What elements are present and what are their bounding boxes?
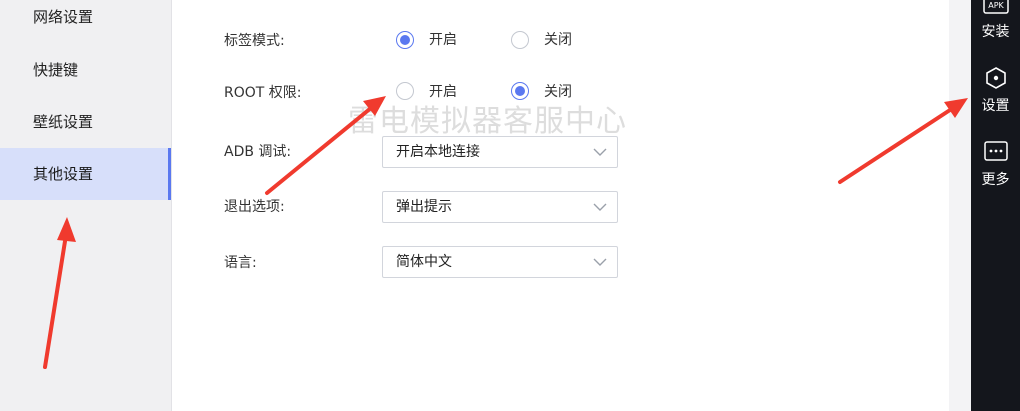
root-on-label[interactable]: 开启 <box>429 82 457 102</box>
gutter <box>949 0 971 411</box>
tab-mode-on-label[interactable]: 开启 <box>429 30 457 50</box>
settings-content: 标签模式: 开启 关闭 ROOT 权限: 开启 关闭 ADB 调试: 开启本地连… <box>172 0 949 411</box>
chevron-down-icon <box>593 148 607 156</box>
exit-select-value: 弹出提示 <box>396 199 452 215</box>
sidebar-item-wallpaper[interactable]: 壁纸设置 <box>0 96 171 148</box>
chevron-down-icon <box>593 203 607 211</box>
more-icon <box>983 141 1008 161</box>
sidebar-item-shortcuts[interactable]: 快捷键 <box>0 44 171 96</box>
root-off-radio[interactable] <box>511 82 529 100</box>
gear-icon <box>985 67 1006 89</box>
apk-icon: APK <box>982 0 1009 14</box>
language-select[interactable]: 简体中文 <box>382 246 618 278</box>
sidebar-item-network[interactable]: 网络设置 <box>0 0 171 43</box>
more-label: 更多 <box>981 172 1010 188</box>
root-label: ROOT 权限: <box>224 85 302 101</box>
adb-label: ADB 调试: <box>224 144 292 160</box>
language-label: 语言: <box>224 255 257 271</box>
tab-mode-off-radio[interactable] <box>511 31 529 49</box>
root-off-label[interactable]: 关闭 <box>544 82 572 102</box>
svg-text:APK: APK <box>988 1 1004 10</box>
adb-select-value: 开启本地连接 <box>396 144 480 160</box>
exit-select[interactable]: 弹出提示 <box>382 191 618 223</box>
settings-label: 设置 <box>981 98 1010 114</box>
chevron-down-icon <box>593 258 607 266</box>
language-select-value: 简体中文 <box>396 254 452 270</box>
tab-mode-off-label[interactable]: 关闭 <box>544 30 572 50</box>
exit-label: 退出选项: <box>224 199 285 215</box>
tab-mode-label: 标签模式: <box>224 33 285 49</box>
adb-select[interactable]: 开启本地连接 <box>382 136 618 168</box>
right-toolbar: APK 安装 设置 更多 <box>971 0 1020 411</box>
sidebar-item-other[interactable]: 其他设置 <box>0 148 171 200</box>
install-apk-button[interactable]: APK 安装 <box>971 0 1020 41</box>
root-on-radio[interactable] <box>396 82 414 100</box>
settings-button[interactable]: 设置 <box>971 66 1020 115</box>
settings-sidebar: 网络设置 快捷键 壁纸设置 其他设置 <box>0 0 172 411</box>
install-label: 安装 <box>981 24 1010 40</box>
tab-mode-on-radio[interactable] <box>396 31 414 49</box>
more-button[interactable]: 更多 <box>971 141 1020 189</box>
